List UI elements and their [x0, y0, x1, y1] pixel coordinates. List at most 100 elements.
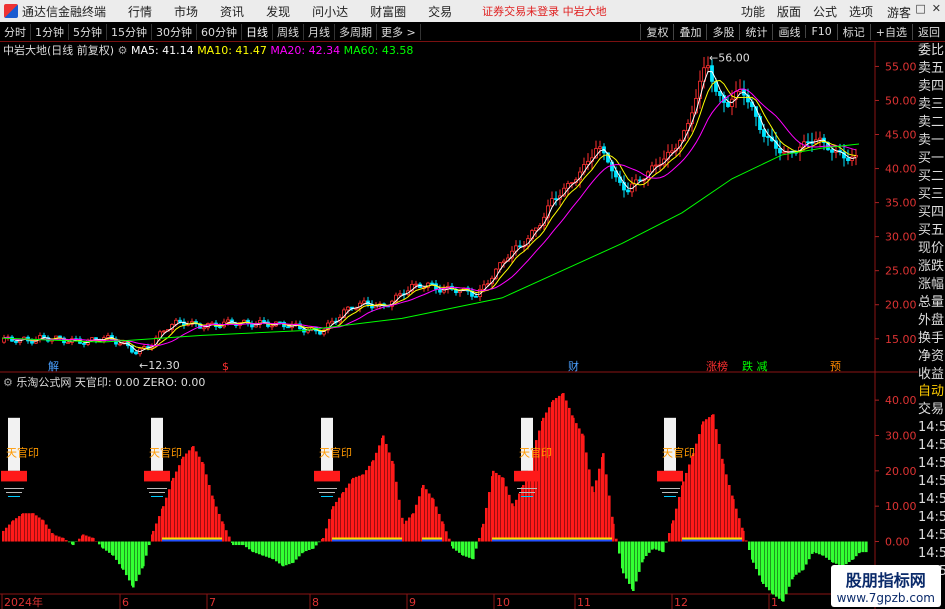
overlay-button[interactable]: 叠加 — [673, 23, 706, 40]
price-tick-label: 20.00 — [885, 299, 917, 312]
side-item-1[interactable]: 卖五 — [918, 60, 945, 78]
period-tab-30min[interactable]: 30分钟 — [152, 23, 197, 40]
indicator-bar — [645, 541, 648, 557]
side-item-13[interactable]: 涨幅 — [918, 276, 945, 294]
menu-item-formula[interactable]: 公式 — [813, 3, 837, 20]
baseline-strip — [182, 539, 192, 542]
stats-button[interactable]: 统计 — [739, 23, 772, 40]
price-tick-label: 40.00 — [885, 163, 917, 176]
trade-item-4[interactable]: 14:56 — [918, 455, 945, 473]
f10-button[interactable]: F10 — [805, 25, 836, 38]
side-item-2[interactable]: 卖四 — [918, 78, 945, 96]
baseline-strip — [162, 537, 172, 540]
trade-item-2[interactable]: 14:55 — [918, 419, 945, 437]
side-item-6[interactable]: 买一 — [918, 150, 945, 168]
login-warning[interactable]: 证券交易未登录 中岩大地 — [482, 3, 607, 19]
trade-item-7[interactable]: 14:56 — [918, 509, 945, 527]
indicator-bar — [812, 541, 815, 553]
draw-line-button[interactable]: 画线 — [772, 23, 805, 40]
indicator-bar — [512, 506, 515, 542]
period-tab-daily[interactable]: 日线 — [242, 23, 273, 40]
side-item-16[interactable]: 换手 — [918, 330, 945, 348]
side-item-0[interactable]: 委比 — [918, 42, 945, 60]
close-icon[interactable]: ✕ — [932, 2, 941, 15]
trade-item-9[interactable]: 14:56 — [918, 545, 945, 563]
side-item-10[interactable]: 买五 — [918, 222, 945, 240]
indicator-bar — [38, 517, 41, 542]
kline-chart[interactable]: 55.00 50.00 45.00 40.00 35.00 30.00 25.00 20.00… — [0, 41, 918, 609]
trade-item-6[interactable]: 14:56 — [918, 491, 945, 509]
indicator-bar — [388, 452, 391, 542]
adjust-button[interactable]: 复权 — [640, 23, 673, 40]
period-tab-15min[interactable]: 15分钟 — [107, 23, 152, 40]
indicator-bar — [695, 443, 698, 542]
gear-icon[interactable]: ⚙ — [118, 44, 128, 57]
period-tab-monthly[interactable]: 月线 — [304, 23, 335, 40]
menu-item-ask[interactable]: 问小达 — [312, 3, 348, 20]
add-watchlist-button[interactable]: +自选 — [869, 23, 912, 40]
indicator-bar — [255, 541, 258, 554]
back-button[interactable]: 返回 — [912, 23, 945, 40]
candle-body — [178, 319, 182, 323]
mark-button[interactable]: 标记 — [836, 23, 870, 40]
trade-item-5[interactable]: 14:56 — [918, 473, 945, 491]
event-tag: 跌 减 — [742, 359, 768, 373]
indicator-bar — [828, 541, 831, 560]
side-item-5[interactable]: 卖一 — [918, 132, 945, 150]
indicator-bar — [275, 541, 278, 562]
menu-item-wealth[interactable]: 财富圈 — [370, 3, 406, 20]
menu-item-news[interactable]: 资讯 — [220, 3, 244, 20]
indicator-bar — [282, 541, 285, 567]
period-tab-more[interactable]: 更多 > — [377, 23, 421, 40]
menu-item-quotes[interactable]: 行情 — [128, 3, 152, 20]
period-tab-5min[interactable]: 5分钟 — [69, 23, 107, 40]
indicator-bar — [575, 423, 578, 542]
maximize-icon[interactable]: □ — [915, 2, 925, 15]
side-item-3[interactable]: 卖三 — [918, 96, 945, 114]
indicator-bar — [295, 541, 298, 560]
period-tab-timeshare[interactable]: 分时 — [0, 23, 31, 40]
menu-item-options[interactable]: 选项 — [849, 3, 873, 20]
indicator-bar — [195, 451, 198, 542]
menu-item-market[interactable]: 市场 — [174, 3, 198, 20]
ind-tick-label: 20.00 — [885, 465, 917, 478]
indicator-bar — [692, 453, 695, 542]
quote-side-panel[interactable]: 委比 卖五 卖四 卖三 卖二 卖一 买一 买二 买三 买四 买五 现价 涨跌 涨幅 总量 外盘 换手 净资 收益 — [918, 42, 945, 384]
period-tab-60min[interactable]: 60分钟 — [197, 23, 242, 40]
baseline-strip — [342, 537, 352, 540]
side-item-17[interactable]: 净资 — [918, 348, 945, 366]
indicator-bar — [162, 506, 165, 542]
indicator-bar — [542, 417, 545, 542]
side-item-9[interactable]: 买四 — [918, 204, 945, 222]
menu-item-trade[interactable]: 交易 — [428, 3, 452, 20]
side-item-12[interactable]: 涨跌 — [918, 258, 945, 276]
multi-stock-button[interactable]: 多股 — [706, 23, 739, 40]
side-item-18[interactable]: 收益 — [918, 366, 945, 384]
indicator-bar — [248, 541, 251, 550]
indicator-bar — [252, 541, 255, 553]
side-item-14[interactable]: 总量 — [918, 294, 945, 312]
indicator-bar — [268, 541, 271, 558]
trade-side-panel[interactable]: 自动交易14:5514:5614:5614:5614:5614:5614:561… — [918, 383, 945, 581]
period-tab-weekly[interactable]: 周线 — [273, 23, 304, 40]
indicator-bar — [685, 472, 688, 542]
trade-item-3[interactable]: 14:56 — [918, 437, 945, 455]
side-item-8[interactable]: 买三 — [918, 186, 945, 204]
trade-item-8[interactable]: 14:56 — [918, 527, 945, 545]
minimize-icon[interactable]: ─ — [903, 2, 910, 15]
side-item-4[interactable]: 卖二 — [918, 114, 945, 132]
indicator-bar — [322, 537, 325, 542]
stock-name[interactable]: 中岩大地(日线 前复权) — [3, 44, 114, 57]
side-item-7[interactable]: 买二 — [918, 168, 945, 186]
side-item-15[interactable]: 外盘 — [918, 312, 945, 330]
period-tab-1min[interactable]: 1分钟 — [31, 23, 69, 40]
menu-item-discover[interactable]: 发现 — [266, 3, 290, 20]
period-tab-multi[interactable]: 多周期 — [335, 23, 377, 40]
trade-item-0[interactable]: 自动 — [918, 383, 945, 401]
menu-item-layout[interactable]: 版面 — [777, 3, 801, 20]
side-item-11[interactable]: 现价 — [918, 240, 945, 258]
indicator-bar — [638, 541, 641, 572]
menu-item-function[interactable]: 功能 — [741, 3, 765, 20]
gear-icon[interactable]: ⚙ — [3, 376, 13, 389]
trade-item-1[interactable]: 交易 — [918, 401, 945, 419]
